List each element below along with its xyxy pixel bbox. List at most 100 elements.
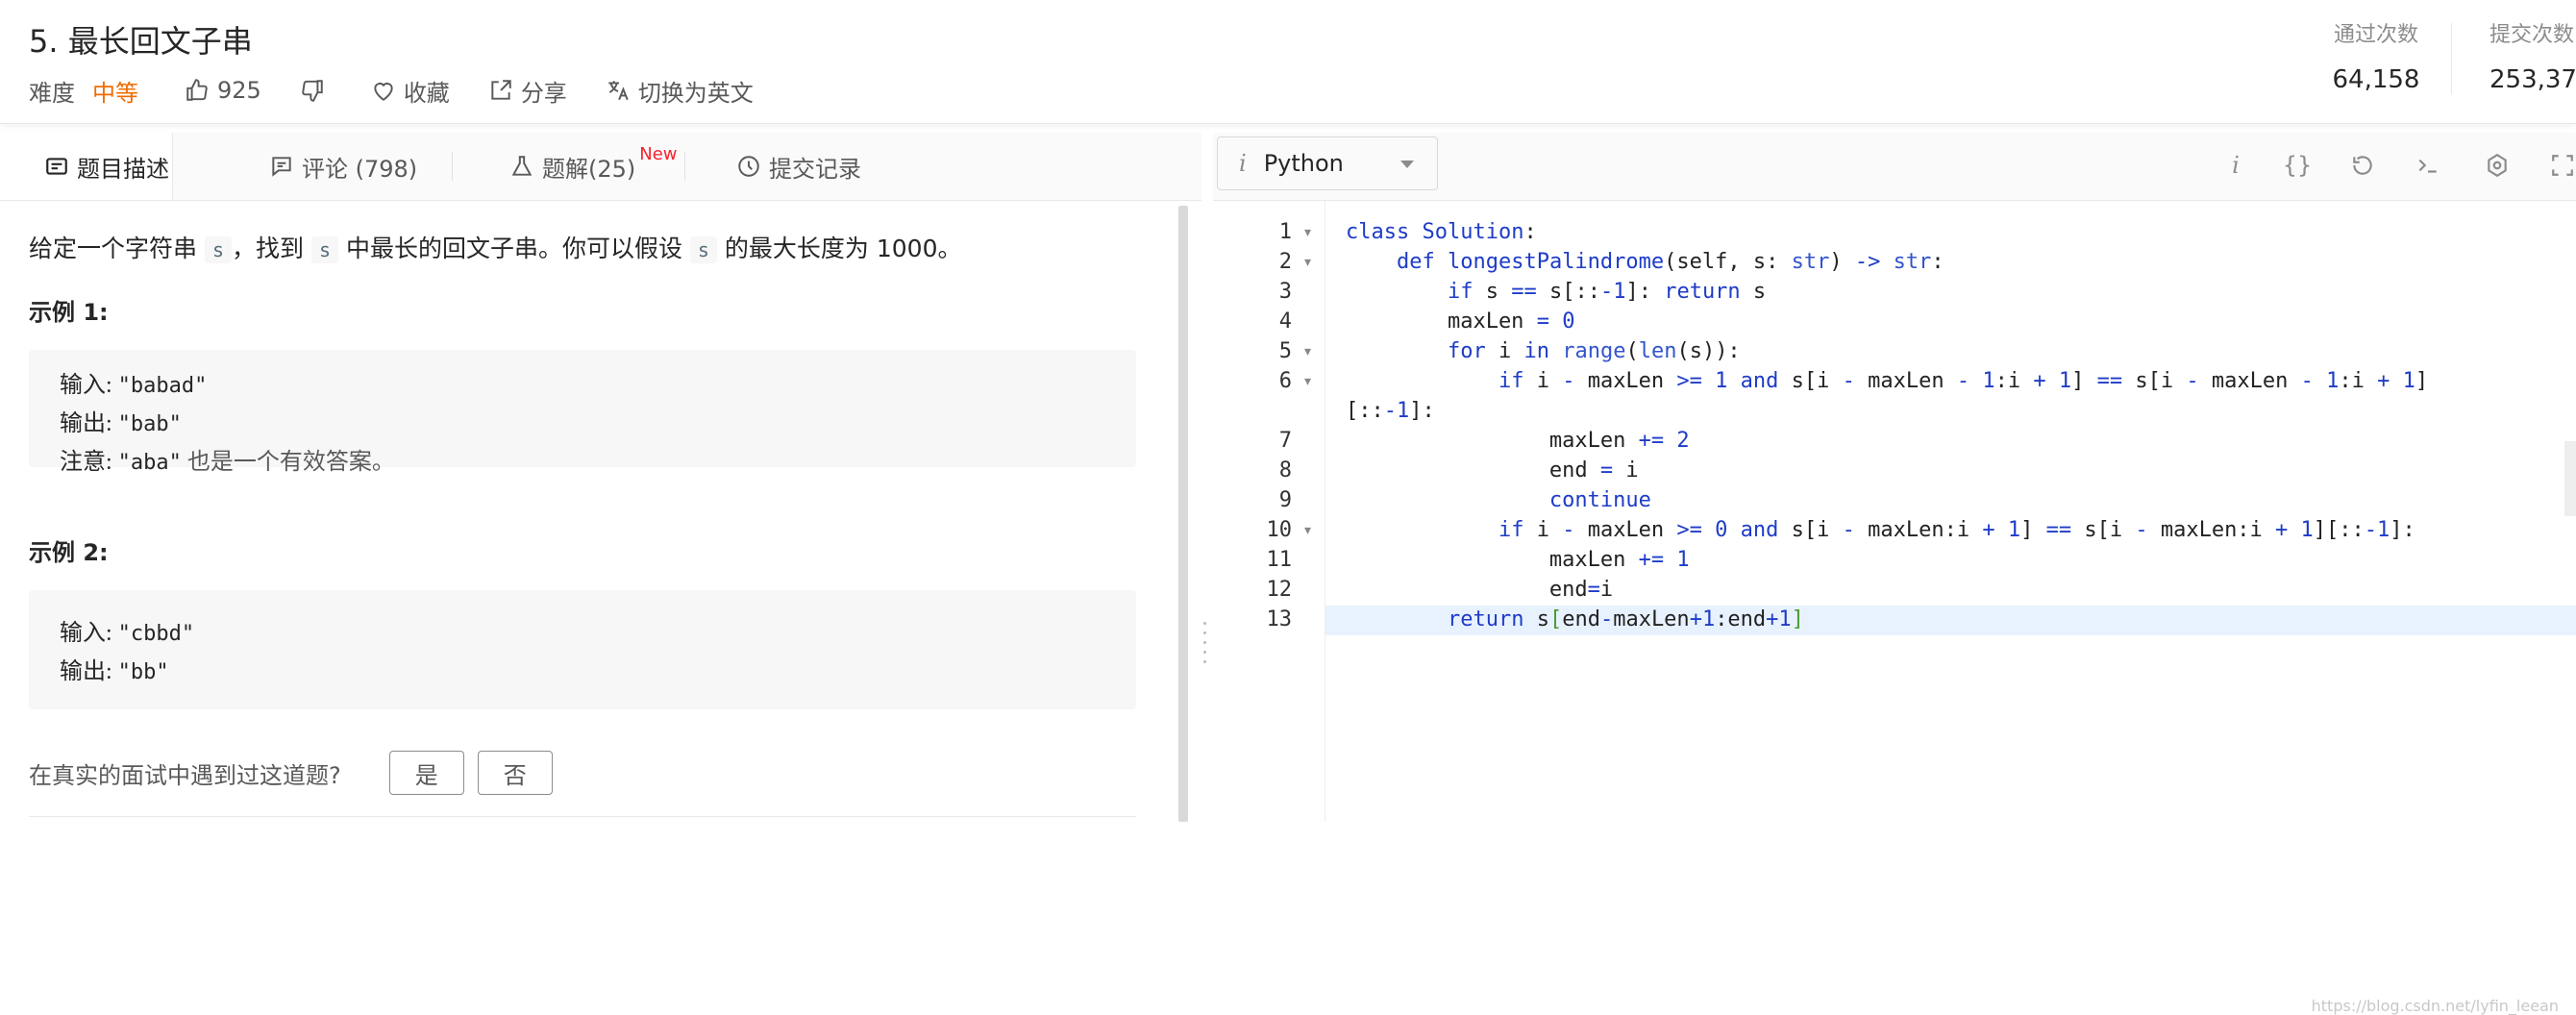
tab-solutions[interactable]: 题解(25) New <box>509 133 678 200</box>
reset-icon[interactable] <box>2347 150 2378 181</box>
code-line: [::-1]: <box>1346 399 1435 423</box>
fold-toggle-icon[interactable]: ▾ <box>1304 523 1311 538</box>
submissions-label: 提交次数 <box>2489 23 2575 47</box>
yes-button[interactable]: 是 <box>388 751 464 795</box>
code-line: if s == s[::-1]: return s <box>1447 280 1767 304</box>
code-line: if i - maxLen >= 1 and s[i - maxLen - 1:… <box>1498 369 2429 393</box>
example-1-block: 输入: "babad" 输出: "bab" 注意: "aba" 也是一个有效答案… <box>29 350 1136 475</box>
tab-submissions-label: 提交记录 <box>769 155 861 183</box>
pane-resize-handle[interactable] <box>1201 615 1207 711</box>
like-count: 925 <box>217 77 261 104</box>
translate-icon <box>608 81 629 101</box>
line-number: 9 <box>1278 488 1292 512</box>
example-2-block: 输入: "cbbd" 输出: "bb" <box>29 590 1136 709</box>
dislike-button[interactable] <box>300 78 333 103</box>
editor-scrollbar[interactable] <box>2564 441 2576 516</box>
no-button[interactable]: 否 <box>477 751 553 795</box>
thumbs-up-icon <box>186 79 208 101</box>
problem-header: 5. 最长回文子串 难度 中等 925 收藏 分享 切换为英文 通过次数 64,… <box>0 0 2576 124</box>
accepted-value: 64,158 <box>2332 65 2420 94</box>
note-value: "aba" <box>117 451 182 475</box>
tab-description-label: 题目描述 <box>77 155 169 183</box>
language-select[interactable]: i Python <box>1217 136 1438 190</box>
code-line: maxLen += 2 <box>1346 429 1690 453</box>
statement-text: 中最长的回文子串。你可以假设 <box>338 235 690 262</box>
input-label: 输入: <box>60 373 118 398</box>
share-icon <box>491 80 511 100</box>
statement-text: 的最大长度为 1000。 <box>716 235 962 262</box>
tab-submissions[interactable]: 提交记录 <box>736 133 861 200</box>
code-line: maxLen += 1 <box>1346 548 1690 572</box>
tab-solutions-label: 题解(25) <box>542 155 636 183</box>
example-2-output: 输出: "bb" <box>60 652 169 685</box>
settings-icon[interactable] <box>2482 150 2513 181</box>
fold-toggle-icon[interactable]: ▾ <box>1304 255 1311 270</box>
share-button[interactable]: 分享 <box>488 74 567 108</box>
line-number: 8 <box>1278 458 1292 483</box>
input-value: "babad" <box>117 374 208 398</box>
line-number-gutter: 1 ▾ 2 ▾ 3 4 5 ▾ 6 ▾ 7 8 9 10 ▾ 11 12 13 <box>1213 201 1325 822</box>
fullscreen-icon[interactable] <box>2547 150 2576 181</box>
code-line: continue <box>1548 488 1651 512</box>
line-number: 5 <box>1278 339 1292 363</box>
input-label: 输入: <box>60 621 118 646</box>
inline-code: s <box>689 236 717 263</box>
tab-description[interactable]: 题目描述 <box>0 133 173 200</box>
tab-comments-label: 评论 (798) <box>302 155 418 183</box>
tab-comments[interactable]: 评论 (798) <box>269 133 417 200</box>
accepted-label: 通过次数 <box>2333 23 2418 47</box>
favorite-label: 收藏 <box>403 79 450 107</box>
switch-language-button[interactable]: 切换为英文 <box>606 74 754 108</box>
fold-toggle-icon[interactable]: ▾ <box>1304 374 1311 389</box>
line-number: 10 <box>1266 518 1293 542</box>
fold-toggle-icon[interactable]: ▾ <box>1304 344 1311 359</box>
switch-language-label: 切换为英文 <box>637 79 754 107</box>
interview-feedback: 在真实的面试中遇到过这道题? 是 否 <box>29 751 553 795</box>
problem-title: 5. 最长回文子串 <box>29 23 253 60</box>
info-icon: i <box>1239 150 1247 177</box>
code-editor[interactable]: 1 ▾ 2 ▾ 3 4 5 ▾ 6 ▾ 7 8 9 10 ▾ 11 12 13 class Solution: d… <box>1213 201 2576 1015</box>
document-icon <box>46 158 67 175</box>
favorite-button[interactable]: 收藏 <box>371 74 450 108</box>
line-number: 6 <box>1278 369 1292 393</box>
thumbs-down-icon <box>302 80 323 102</box>
output-value: "bab" <box>117 412 182 436</box>
code-line: return s[end-maxLen+1:end+1] <box>1447 607 1804 631</box>
like-button[interactable]: 925 <box>185 77 261 104</box>
heart-icon <box>374 83 393 101</box>
difficulty-label: 难度 <box>29 79 75 107</box>
difficulty-value: 中等 <box>92 79 138 107</box>
example-2-input: 输入: "cbbd" <box>60 613 194 647</box>
interview-question: 在真实的面试中遇到过这道题? <box>29 761 341 789</box>
example-1-input: 输入: "babad" <box>60 365 207 399</box>
output-value: "bb" <box>117 660 169 684</box>
line-number: 3 <box>1278 280 1292 304</box>
submissions-stat: 提交次数 253,376 <box>2489 17 2576 94</box>
accepted-stat: 通过次数 64,158 <box>2318 17 2434 94</box>
example-1-output: 输出: "bab" <box>60 404 182 437</box>
example-1-note: 注意: "aba" 也是一个有效答案。 <box>60 442 395 476</box>
note-text: 也是一个有效答案。 <box>181 450 395 475</box>
line-number: 4 <box>1278 309 1292 334</box>
clock-icon <box>738 156 759 177</box>
chevron-down-icon <box>1400 161 1414 168</box>
language-value: Python <box>1263 150 1344 177</box>
output-label: 输出: <box>60 411 118 436</box>
fold-toggle-icon[interactable]: ▾ <box>1304 225 1311 240</box>
flask-icon <box>511 156 533 176</box>
stats-divider <box>2451 23 2452 94</box>
inline-code: s <box>204 236 232 263</box>
info-icon[interactable]: i <box>2220 150 2251 181</box>
problem-tabs: 题目描述 评论 (798) 题解(25) New 提交记录 <box>0 133 1201 201</box>
terminal-icon[interactable] <box>2413 150 2443 181</box>
output-label: 输出: <box>60 659 118 684</box>
braces-icon[interactable]: {} <box>2282 150 2313 181</box>
line-number: 13 <box>1266 607 1293 631</box>
example-1-heading: 示例 1: <box>29 299 109 326</box>
submissions-value: 253,376 <box>2489 65 2576 94</box>
problem-meta-bar: 难度 中等 925 收藏 分享 切换为英文 <box>29 71 792 110</box>
problem-statement: 给定一个字符串 s ，找到 s 中最长的回文子串。你可以假设 s 的最大长度为 1… <box>29 230 961 264</box>
line-number: 2 <box>1278 250 1292 274</box>
problem-description: 给定一个字符串 s ，找到 s 中最长的回文子串。你可以假设 s 的最大长度为 1… <box>0 201 1178 822</box>
description-scrollbar[interactable] <box>1178 206 1188 822</box>
